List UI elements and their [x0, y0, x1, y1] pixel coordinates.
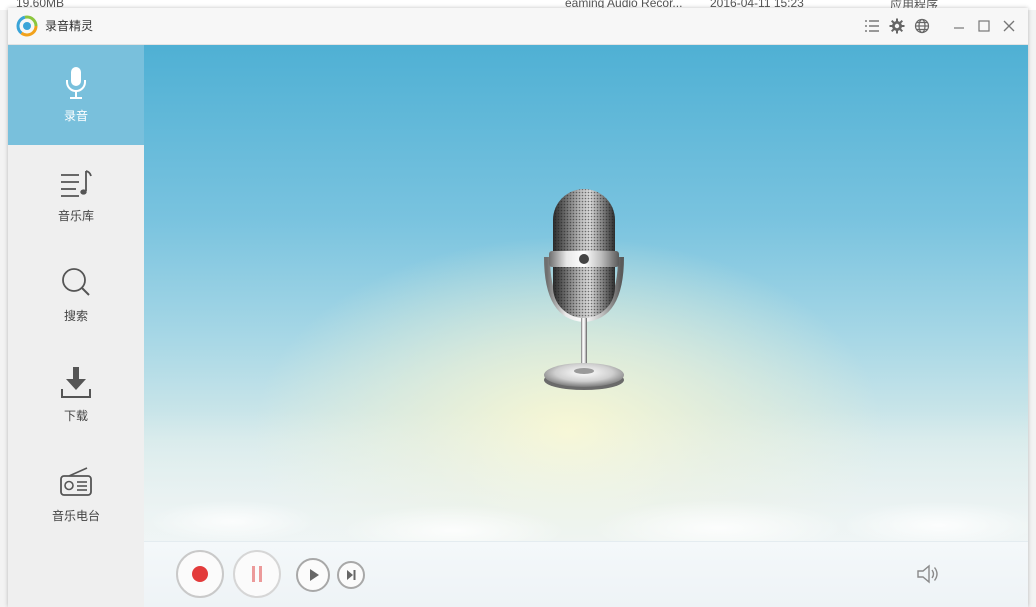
- music-library-icon: [61, 170, 92, 197]
- pause-button[interactable]: [233, 550, 281, 598]
- volume-icon[interactable]: [916, 564, 940, 584]
- pause-icon: [259, 566, 262, 582]
- sidebar-item-label: 搜索: [63, 309, 88, 323]
- record-dot-icon: [192, 566, 208, 582]
- maximize-icon[interactable]: [976, 18, 992, 34]
- sidebar-item-label: 录音: [63, 109, 88, 123]
- app-window: 录音精灵 录音 音乐库 搜索 下载 音乐电台: [8, 8, 1028, 607]
- studio-microphone-icon: [544, 189, 624, 390]
- sidebar-item-search[interactable]: 搜索: [8, 245, 144, 345]
- cloud-layer: [144, 411, 1028, 541]
- sidebar-item-radio[interactable]: 音乐电台: [8, 445, 144, 545]
- sidebar-item-label: 音乐库: [57, 209, 94, 223]
- sidebar-item-download[interactable]: 下载: [8, 345, 144, 445]
- gear-icon[interactable]: [889, 18, 905, 34]
- minimize-icon[interactable]: [951, 18, 967, 34]
- app-title: 录音精灵: [45, 19, 94, 33]
- play-button[interactable]: [296, 558, 330, 592]
- search-icon: [62, 268, 90, 296]
- skip-next-icon: [347, 570, 356, 580]
- app-logo-icon: [16, 15, 38, 37]
- playback-controls: [144, 541, 1028, 607]
- titlebar: 录音精灵: [8, 8, 1028, 45]
- record-view: [144, 45, 1028, 541]
- next-button[interactable]: [337, 561, 365, 589]
- play-icon: [310, 569, 319, 581]
- sidebar-item-label: 下载: [63, 409, 88, 423]
- download-icon: [61, 367, 91, 398]
- globe-icon[interactable]: [914, 18, 930, 34]
- sidebar: 录音 音乐库 搜索 下载 音乐电台: [8, 45, 144, 607]
- sidebar-item-record[interactable]: 录音: [8, 45, 144, 145]
- desktop-right-strip: [1028, 10, 1036, 607]
- pause-icon: [252, 566, 255, 582]
- sidebar-item-music-library[interactable]: 音乐库: [8, 145, 144, 245]
- sidebar-item-label: 音乐电台: [51, 509, 100, 523]
- close-icon[interactable]: [1001, 18, 1017, 34]
- list-icon[interactable]: [864, 18, 880, 34]
- record-button[interactable]: [176, 550, 224, 598]
- radio-icon: [60, 467, 92, 496]
- microphone-icon: [66, 67, 86, 99]
